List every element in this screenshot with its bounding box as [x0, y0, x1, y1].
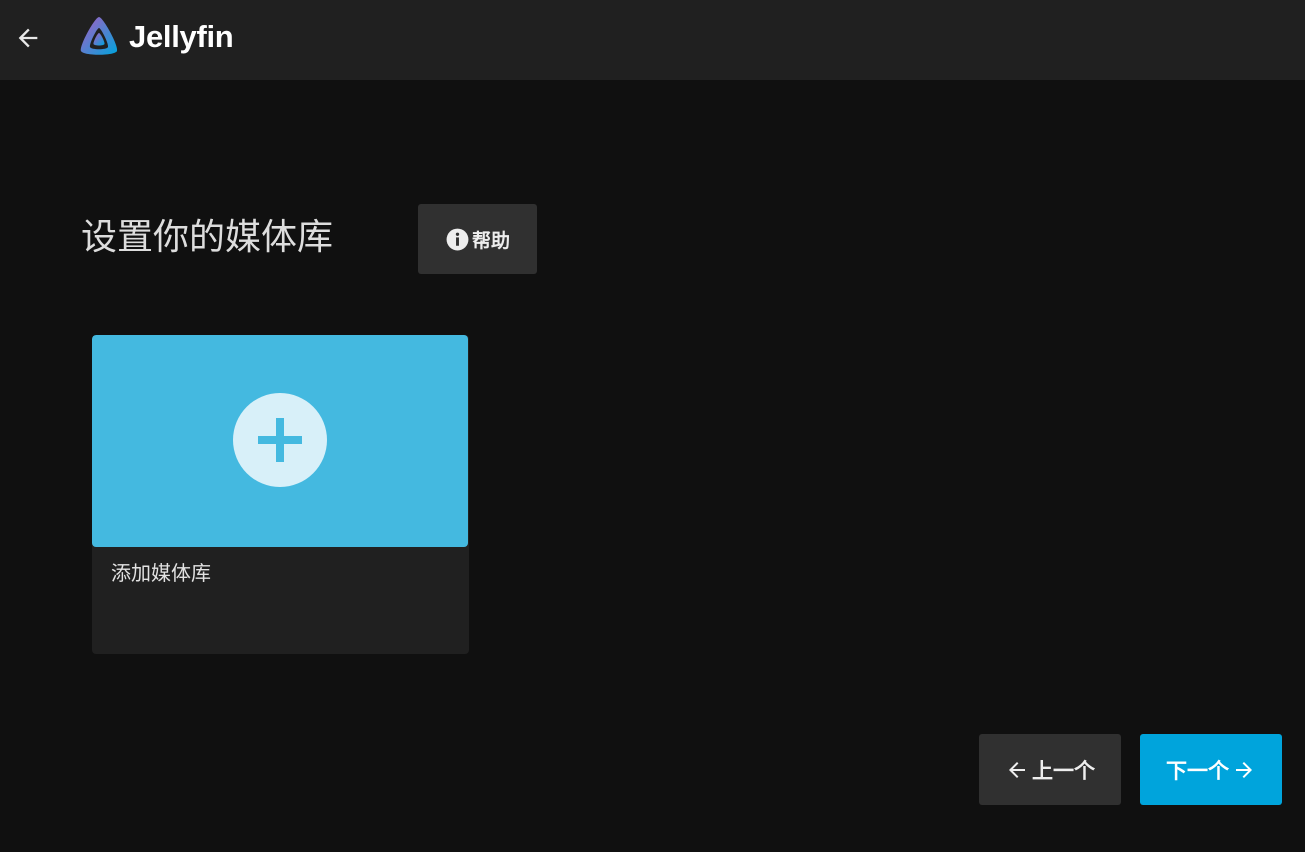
arrow-left-icon — [14, 24, 42, 52]
next-button-label: 下一个 — [1166, 758, 1229, 783]
jellyfin-logo-icon — [76, 14, 122, 60]
info-icon — [445, 227, 470, 252]
arrow-right-icon — [1232, 758, 1256, 782]
plus-circle-icon — [233, 393, 327, 487]
back-button[interactable] — [8, 18, 48, 58]
logo-text: Jellyfin — [129, 19, 234, 54]
card-image[interactable] — [92, 335, 468, 547]
arrow-left-icon — [1005, 758, 1029, 782]
card-label: 添加媒体库 — [111, 561, 211, 585]
top-bar: Jellyfin — [0, 0, 1305, 80]
add-library-card[interactable]: 添加媒体库 — [92, 335, 469, 654]
help-button[interactable]: 帮助 — [418, 204, 537, 274]
previous-button[interactable]: 上一个 — [979, 734, 1121, 805]
page-title: 设置你的媒体库 — [81, 217, 334, 258]
previous-button-label: 上一个 — [1032, 758, 1095, 783]
jellyfin-logo[interactable]: Jellyfin — [76, 14, 234, 60]
help-button-label: 帮助 — [471, 229, 510, 252]
next-button[interactable]: 下一个 — [1140, 734, 1282, 805]
